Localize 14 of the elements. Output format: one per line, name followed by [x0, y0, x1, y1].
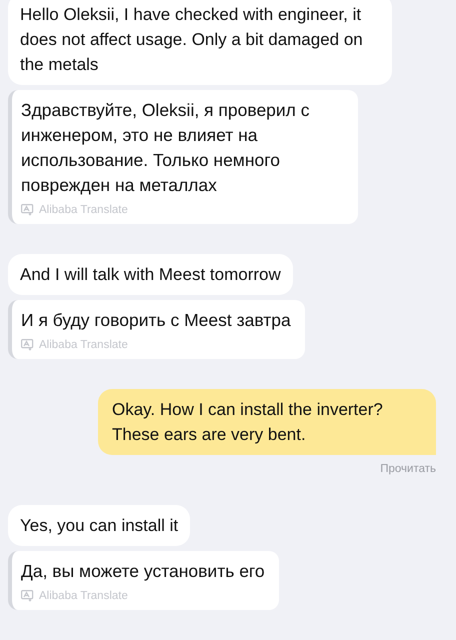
translation-text: И я буду говорить с Meest завтра — [21, 309, 291, 332]
message-bubble: And I will talk with Meest tomorrow — [8, 254, 293, 295]
read-status: Прочитать — [380, 463, 436, 475]
translation-text: Да, вы можете установить его — [21, 560, 265, 583]
message-bubble: Okay. How I can install the inverter? These ears are very bent. — [98, 389, 436, 455]
translator-label: Alibaba Translate — [39, 339, 128, 351]
translate-icon — [21, 204, 34, 216]
message-bubble: Yes, you can install it — [8, 505, 190, 546]
translator-label: Alibaba Translate — [39, 204, 128, 216]
message-bubble: Hello Oleksii, I have checked with engineer, it does not affect usage. Only a bit damaged on the metals — [8, 0, 392, 85]
translator-label: Alibaba Translate — [39, 590, 128, 602]
translate-icon — [21, 339, 34, 351]
translation-text: Здравствуйте, Oleksii, я проверил с инженером, это не влияет на использование. Только немного поврежден на металлах — [21, 99, 311, 197]
translate-icon — [21, 590, 34, 602]
